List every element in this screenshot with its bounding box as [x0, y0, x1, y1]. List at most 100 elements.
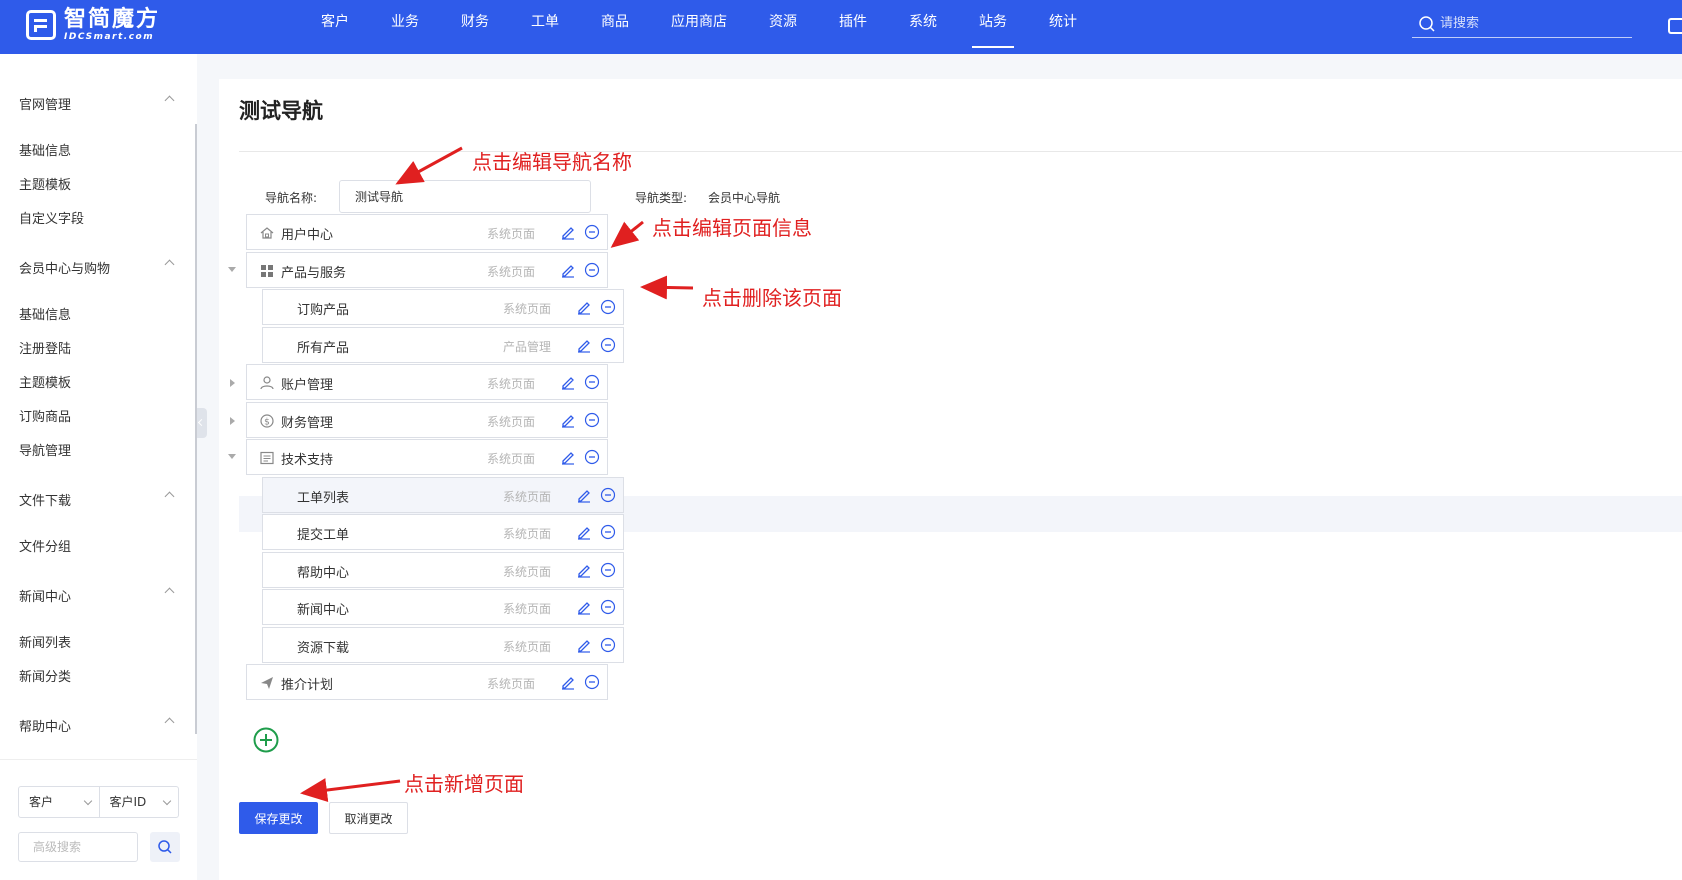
nav-item-1[interactable]: 业务: [370, 0, 440, 54]
delete-icon[interactable]: [584, 674, 600, 694]
sidebar-search-panel: 客户 客户ID: [0, 759, 197, 880]
delete-icon[interactable]: [600, 299, 616, 319]
grid-icon: [259, 263, 275, 283]
caret-down-icon[interactable]: [228, 454, 236, 459]
nav-tree-row[interactable]: 所有产品 产品管理: [262, 326, 624, 363]
edit-icon[interactable]: [576, 599, 592, 619]
delete-icon[interactable]: [600, 487, 616, 507]
edit-icon[interactable]: [576, 299, 592, 319]
dollar-icon: $: [259, 413, 275, 433]
row-page-type: 系统页面: [503, 489, 552, 504]
annotation-edit-name: 点击编辑导航名称: [472, 150, 632, 174]
search-scope-select[interactable]: 客户: [19, 787, 99, 817]
sidebar-item[interactable]: 新闻列表: [19, 632, 71, 651]
sidebar-item[interactable]: 基础信息: [19, 304, 71, 323]
sidebar-group-3[interactable]: 新闻中心: [19, 586, 179, 605]
delete-icon[interactable]: [584, 262, 600, 282]
delete-icon[interactable]: [584, 224, 600, 244]
nav-item-10[interactable]: 统计: [1028, 0, 1098, 54]
logo-name: 智简魔方: [64, 7, 161, 32]
nav-item-5[interactable]: 应用商店: [650, 0, 748, 54]
delete-icon[interactable]: [600, 562, 616, 582]
sidebar-item[interactable]: 订购商品: [19, 406, 71, 425]
advanced-search-button[interactable]: [150, 832, 180, 862]
sidebar-item[interactable]: 注册登陆: [19, 338, 71, 357]
nav-tree-row[interactable]: 工单列表 系统页面: [262, 476, 624, 513]
logo[interactable]: 智简魔方 IDCSmart.com: [26, 8, 160, 42]
add-page-button[interactable]: [253, 727, 279, 753]
search-icon: [1419, 15, 1435, 32]
page-title: 测试导航: [239, 99, 323, 123]
search-field-select[interactable]: 客户ID: [98, 787, 179, 817]
caret-right-icon[interactable]: [230, 379, 235, 387]
nav-item-3[interactable]: 工单: [510, 0, 580, 54]
edit-icon[interactable]: [560, 449, 576, 469]
delete-icon[interactable]: [600, 637, 616, 657]
caret-right-icon[interactable]: [230, 416, 235, 425]
global-search[interactable]: [1412, 10, 1632, 38]
search-input[interactable]: [1440, 16, 1620, 31]
sidebar-group-1[interactable]: 会员中心与购物: [19, 258, 179, 277]
nav-tree-row[interactable]: 资源下载 系统页面: [262, 626, 624, 663]
nav-item-8[interactable]: 系统: [888, 0, 958, 54]
nav-tree-row[interactable]: 用户中心 系统页面: [246, 214, 608, 250]
nav-tree-row[interactable]: $ 财务管理 系统页面: [246, 401, 608, 438]
sidebar-item[interactable]: 主题模板: [19, 372, 71, 391]
sidebar-item[interactable]: 自定义字段: [19, 208, 84, 227]
nav-item-4[interactable]: 商品: [580, 0, 650, 54]
nav-tree-row[interactable]: 推介计划 系统页面: [246, 664, 608, 700]
sidebar-item[interactable]: 导航管理: [19, 440, 71, 459]
edit-icon[interactable]: [560, 262, 576, 282]
row-page-type: 系统页面: [487, 377, 536, 391]
nav-item-9[interactable]: 站务: [958, 0, 1028, 54]
delete-icon[interactable]: [584, 449, 600, 469]
delete-icon[interactable]: [584, 374, 600, 394]
delete-icon[interactable]: [600, 524, 616, 544]
sidebar-item[interactable]: 新闻分类: [19, 666, 71, 685]
nav-tree-row[interactable]: 提交工单 系统页面: [262, 514, 624, 550]
sidebar-collapse-handle[interactable]: [197, 408, 207, 438]
nav-item-2[interactable]: 财务: [440, 0, 510, 54]
sidebar-item[interactable]: 主题模板: [19, 174, 71, 193]
nav-tree-row[interactable]: 账户管理 系统页面: [246, 364, 608, 400]
divider: [239, 151, 1682, 152]
sidebar-menu: 官网管理 基础信息 主题模板 自定义字段 会员中心与购物 基础信息 注册登陆 主题模板 订购商品…: [0, 54, 197, 759]
sidebar-item[interactable]: 文件分组: [19, 536, 71, 555]
sidebar-group-0[interactable]: 官网管理: [19, 94, 179, 113]
edit-icon[interactable]: [576, 562, 592, 582]
nav-tree-row[interactable]: 技术支持 系统页面: [246, 439, 608, 475]
nav-tree-row[interactable]: 新闻中心 系统页面: [262, 589, 624, 625]
row-name: 新闻中心: [297, 603, 350, 618]
sidebar-group-4[interactable]: 帮助中心: [19, 716, 179, 735]
nav-name-input[interactable]: [339, 180, 591, 213]
advanced-search-input[interactable]: [18, 832, 138, 862]
save-button[interactable]: 保存更改: [239, 802, 318, 834]
row-page-type: 系统页面: [503, 639, 552, 654]
edit-icon[interactable]: [560, 374, 576, 394]
row-name: 推介计划: [281, 678, 334, 693]
caret-down-icon[interactable]: [228, 266, 236, 272]
edit-icon[interactable]: [560, 674, 576, 694]
nav-tree-row[interactable]: 帮助中心 系统页面: [262, 551, 624, 588]
edit-icon[interactable]: [576, 487, 592, 507]
nav-item-7[interactable]: 插件: [818, 0, 888, 54]
row-name: 帮助中心: [297, 565, 350, 581]
edit-icon[interactable]: [576, 637, 592, 657]
delete-icon[interactable]: [584, 412, 600, 432]
nav-item-0[interactable]: 客户: [300, 0, 370, 54]
sidebar-group-2[interactable]: 文件下载: [19, 490, 179, 509]
nav-tree-row[interactable]: 订购产品 系统页面: [262, 289, 624, 325]
delete-icon[interactable]: [600, 337, 616, 357]
cancel-button[interactable]: 取消更改: [329, 802, 408, 834]
edit-icon[interactable]: [560, 224, 576, 244]
delete-icon[interactable]: [600, 599, 616, 619]
edit-icon[interactable]: [560, 412, 576, 432]
panel-toggle-icon[interactable]: [1668, 18, 1682, 34]
row-name: 产品与服务: [281, 265, 347, 281]
sidebar-item[interactable]: 基础信息: [19, 140, 71, 159]
nav-tree-row[interactable]: 产品与服务 系统页面: [246, 251, 608, 288]
nav-item-6[interactable]: 资源: [748, 0, 818, 54]
edit-icon[interactable]: [576, 524, 592, 544]
chevron-up-icon: [164, 95, 175, 106]
edit-icon[interactable]: [576, 337, 592, 357]
